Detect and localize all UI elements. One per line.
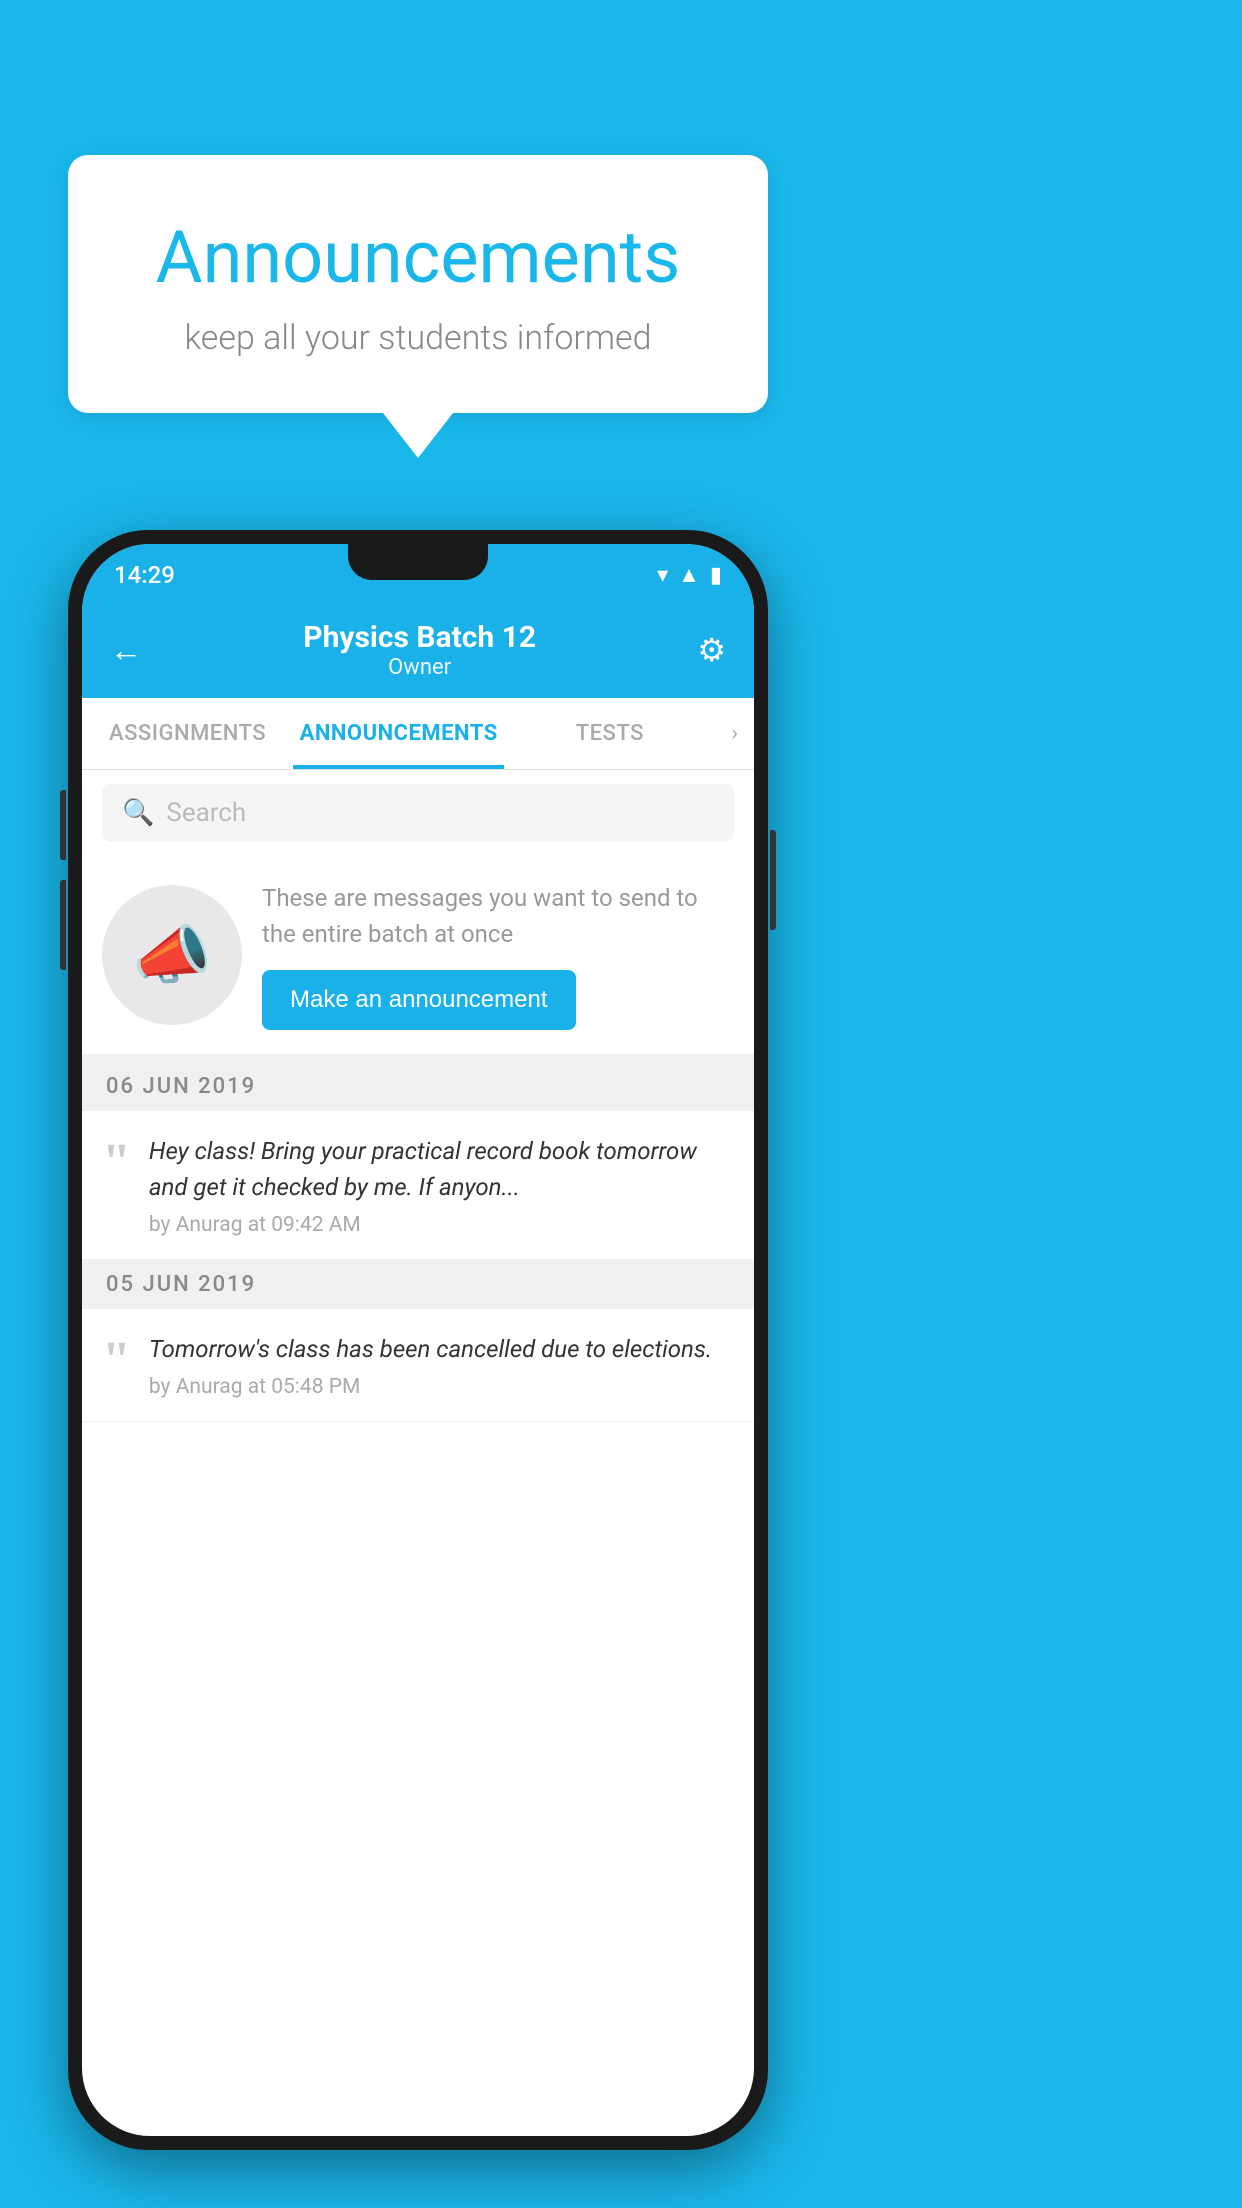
promo-description: These are messages you want to send to t… <box>262 880 734 952</box>
back-button[interactable]: ← <box>110 631 142 669</box>
announcement-content-1: Hey class! Bring your practical record b… <box>149 1133 734 1237</box>
megaphone-icon: 📣 <box>132 918 212 993</box>
search-bar[interactable]: 🔍 Search <box>102 784 734 842</box>
signal-icon: ▲ <box>678 562 700 588</box>
phone-notch <box>348 544 488 580</box>
speech-bubble-subtitle: keep all your students informed <box>118 318 718 358</box>
announcement-content-2: Tomorrow's class has been cancelled due … <box>149 1331 734 1399</box>
search-placeholder: Search <box>166 798 246 828</box>
speech-bubble: Announcements keep all your students inf… <box>68 155 768 413</box>
search-icon: 🔍 <box>122 798 154 828</box>
settings-icon[interactable]: ⚙ <box>697 631 726 669</box>
speech-bubble-title: Announcements <box>118 215 718 300</box>
tab-announcements[interactable]: ANNOUNCEMENTS <box>293 698 504 769</box>
announcement-item-2[interactable]: " Tomorrow's class has been cancelled du… <box>82 1309 754 1422</box>
quote-icon-1: " <box>102 1137 131 1189</box>
tab-assignments[interactable]: ASSIGNMENTS <box>82 698 293 769</box>
tab-more[interactable]: › <box>715 698 754 769</box>
announcement-author-1: by Anurag at 09:42 AM <box>149 1213 734 1237</box>
power-button <box>770 830 776 930</box>
volume-up-button <box>60 790 66 860</box>
announcement-item-1[interactable]: " Hey class! Bring your practical record… <box>82 1111 754 1260</box>
date-separator-1: 06 JUN 2019 <box>82 1062 754 1111</box>
phone-outer: 14:29 ▾ ▲ ▮ ← Physics Batch 12 Owner ⚙ <box>68 530 768 2150</box>
tab-tests[interactable]: TESTS <box>504 698 715 769</box>
header-title: Physics Batch 12 <box>142 620 697 655</box>
make-announcement-button[interactable]: Make an announcement <box>262 970 576 1030</box>
wifi-icon: ▾ <box>657 563 668 588</box>
speech-bubble-container: Announcements keep all your students inf… <box>68 155 768 458</box>
date-separator-2: 05 JUN 2019 <box>82 1260 754 1309</box>
header-center: Physics Batch 12 Owner <box>142 620 697 680</box>
announcement-text-2: Tomorrow's class has been cancelled due … <box>149 1331 734 1367</box>
battery-icon: ▮ <box>710 563 722 588</box>
promo-content: These are messages you want to send to t… <box>262 880 734 1030</box>
phone-screen: 14:29 ▾ ▲ ▮ ← Physics Batch 12 Owner ⚙ <box>82 544 754 2136</box>
speech-bubble-arrow <box>383 413 453 458</box>
volume-down-button <box>60 880 66 970</box>
header-subtitle: Owner <box>142 655 697 680</box>
promo-icon-circle: 📣 <box>102 885 242 1025</box>
announcement-text-1: Hey class! Bring your practical record b… <box>149 1133 734 1205</box>
announcement-author-2: by Anurag at 05:48 PM <box>149 1375 734 1399</box>
quote-icon-2: " <box>102 1335 131 1387</box>
phone-wrapper: 14:29 ▾ ▲ ▮ ← Physics Batch 12 Owner ⚙ <box>68 530 768 2150</box>
tabs-container: ASSIGNMENTS ANNOUNCEMENTS TESTS › <box>82 698 754 770</box>
status-time: 14:29 <box>114 561 175 589</box>
app-header: ← Physics Batch 12 Owner ⚙ <box>82 606 754 698</box>
status-icons: ▾ ▲ ▮ <box>657 562 722 588</box>
search-container: 🔍 Search <box>82 770 754 856</box>
promo-section: 📣 These are messages you want to send to… <box>82 856 754 1062</box>
